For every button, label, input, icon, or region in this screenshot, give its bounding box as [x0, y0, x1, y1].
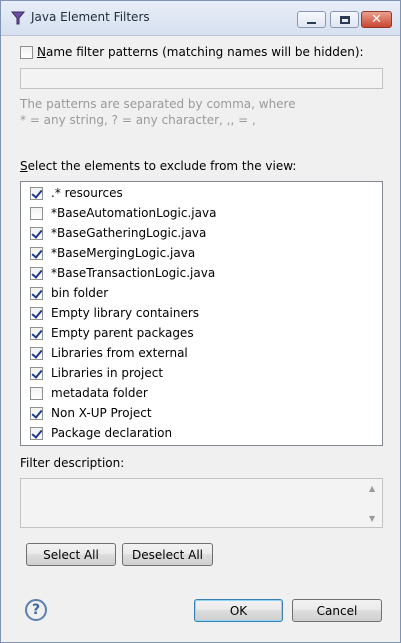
name-filter-patterns-input[interactable]	[20, 68, 383, 89]
list-item[interactable]: Package declaration	[21, 423, 382, 443]
ok-button[interactable]: OK	[194, 599, 283, 622]
list-item-label: .* resources	[51, 186, 123, 200]
app-icon	[10, 11, 26, 25]
list-item-checkbox[interactable]	[30, 327, 43, 340]
filter-description-label: Filter description:	[20, 456, 125, 470]
pattern-hint-line1: The patterns are separated by comma, whe…	[20, 97, 296, 111]
list-item[interactable]: metadata folder	[21, 383, 382, 403]
list-item[interactable]: *BaseTransactionLogic.java	[21, 263, 382, 283]
list-item-checkbox[interactable]	[30, 207, 43, 220]
list-item-label: *BaseGatheringLogic.java	[51, 226, 207, 240]
list-item[interactable]: Empty parent packages	[21, 323, 382, 343]
list-item-checkbox[interactable]	[30, 387, 43, 400]
list-item-label: *BaseMergingLogic.java	[51, 246, 196, 260]
pattern-hint-line2: * = any string, ? = any character, ,, = …	[20, 113, 256, 127]
close-icon: ✕	[371, 12, 382, 27]
scroll-up-arrow-icon[interactable]: ▲	[369, 484, 395, 493]
list-item-label: *BaseTransactionLogic.java	[51, 266, 216, 280]
minimize-button[interactable]	[297, 11, 326, 28]
list-item-checkbox[interactable]	[30, 347, 43, 360]
list-item-label: Package declaration	[51, 426, 173, 440]
help-icon[interactable]: ?	[25, 599, 47, 621]
list-item-label: bin folder	[51, 286, 109, 300]
name-filter-label: Name filter patterns (matching names wil…	[37, 45, 364, 59]
list-item-checkbox[interactable]	[30, 287, 43, 300]
window-title: Java Element Filters	[31, 10, 150, 24]
list-item[interactable]: Empty library containers	[21, 303, 382, 323]
list-item-label: Libraries from external	[51, 346, 188, 360]
list-item-checkbox[interactable]	[30, 367, 43, 380]
list-item-checkbox[interactable]	[30, 427, 43, 440]
list-item-label: metadata folder	[51, 386, 148, 400]
list-item[interactable]: Libraries from external	[21, 343, 382, 363]
minimize-icon	[307, 21, 316, 24]
list-item[interactable]: *BaseMergingLogic.java	[21, 243, 382, 263]
title-bar[interactable]: Java Element Filters ✕	[1, 1, 400, 36]
list-item[interactable]: bin folder	[21, 283, 382, 303]
list-item-checkbox[interactable]	[30, 227, 43, 240]
name-filter-checkbox[interactable]	[20, 46, 33, 59]
list-item[interactable]: .* resources	[21, 183, 382, 203]
list-item[interactable]: *BaseAutomationLogic.java	[21, 203, 382, 223]
deselect-all-button[interactable]: Deselect All	[122, 543, 213, 566]
maximize-button[interactable]	[330, 11, 359, 28]
close-button[interactable]: ✕	[361, 11, 392, 28]
list-item-label: *BaseAutomationLogic.java	[51, 206, 217, 220]
maximize-icon	[339, 15, 350, 24]
list-item[interactable]: Libraries in project	[21, 363, 382, 383]
list-item-label: Non X-UP Project	[51, 406, 152, 420]
exclude-elements-label: Select the elements to exclude from the …	[20, 159, 297, 173]
list-item-checkbox[interactable]	[30, 307, 43, 320]
list-item[interactable]: Non X-UP Project	[21, 403, 382, 423]
exclude-elements-list[interactable]: .* resources *BaseAutomationLogic.java *…	[20, 181, 383, 446]
dialog-window: Java Element Filters ✕ Name filter patte…	[0, 0, 401, 643]
list-item-checkbox[interactable]	[30, 267, 43, 280]
list-item-checkbox[interactable]	[30, 247, 43, 260]
list-item-label: Empty library containers	[51, 306, 200, 320]
list-item-label: Libraries in project	[51, 366, 164, 380]
list-item-checkbox[interactable]	[30, 187, 43, 200]
filter-description-textarea[interactable]	[20, 478, 383, 528]
cancel-button[interactable]: Cancel	[292, 599, 382, 622]
list-item[interactable]: *BaseGatheringLogic.java	[21, 223, 382, 243]
list-item-label: Empty parent packages	[51, 326, 194, 340]
list-item-checkbox[interactable]	[30, 407, 43, 420]
select-all-button[interactable]: Select All	[26, 543, 116, 566]
